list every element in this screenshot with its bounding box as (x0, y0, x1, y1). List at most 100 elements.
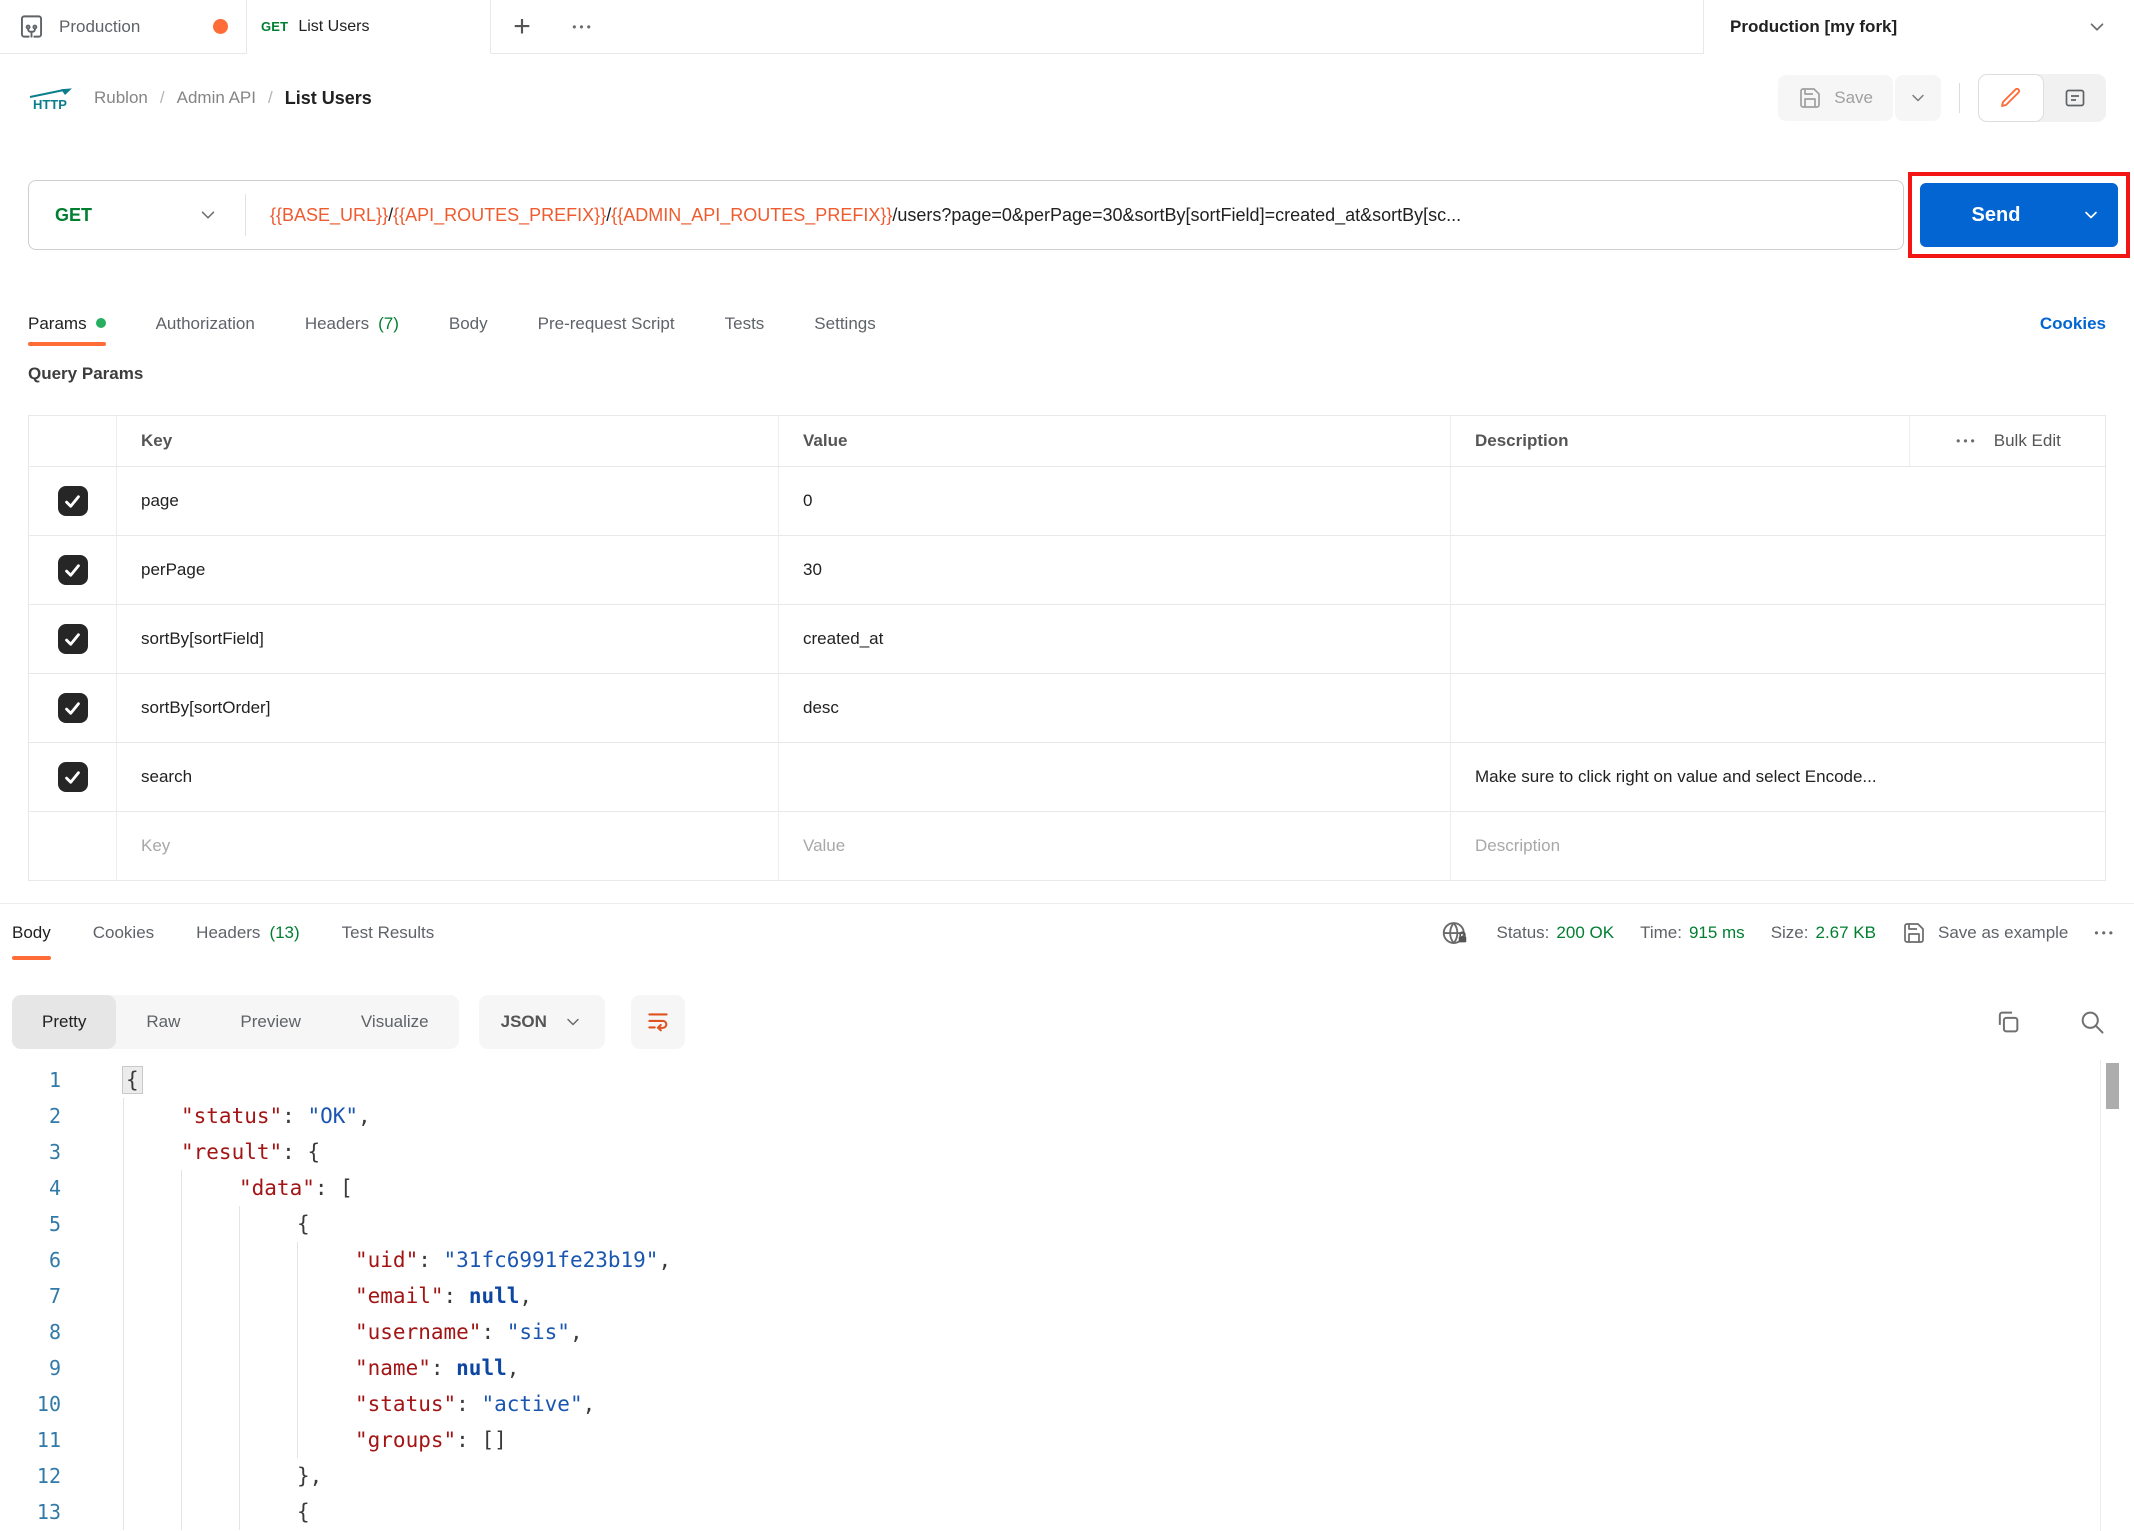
param-description-placeholder[interactable]: Description (1450, 812, 2105, 880)
param-description[interactable] (1450, 536, 2105, 604)
chevron-down-icon (567, 1018, 579, 1026)
cookies-link[interactable]: Cookies (2040, 302, 2106, 346)
view-tab-pretty[interactable]: Pretty (12, 995, 117, 1049)
code-line: 13 { (0, 1494, 2108, 1530)
pane-divider (0, 903, 2134, 904)
param-value[interactable]: desc (778, 674, 1450, 742)
tab-label: Body (448, 314, 488, 333)
token-key: "username" (355, 1320, 482, 1344)
code-line: 12}, (0, 1458, 2108, 1494)
tab-settings[interactable]: Settings (814, 302, 875, 346)
comments-button[interactable] (2044, 74, 2106, 122)
query-params-table: Key Value Description ••• Bulk Edit page… (28, 415, 2106, 881)
param-checkbox-cell (29, 812, 116, 880)
tab-label: Tests (724, 314, 765, 333)
param-key-placeholder[interactable]: Key (116, 812, 778, 880)
view-tab-visualize[interactable]: Visualize (331, 995, 459, 1049)
save-options-button[interactable] (1895, 75, 1941, 121)
edit-button[interactable] (1978, 74, 2044, 122)
new-tab-button[interactable]: + (491, 0, 553, 53)
param-description[interactable]: Make sure to click right on value and se… (1450, 743, 2105, 811)
wrap-text-button[interactable] (630, 995, 685, 1049)
checkbox-checked[interactable] (57, 624, 88, 654)
network-globe-icon[interactable] (1440, 918, 1470, 948)
bulk-edit-button[interactable]: Bulk Edit (1994, 431, 2061, 451)
breadcrumb-collection[interactable]: Rublon (94, 88, 148, 108)
tab-label: Headers (196, 923, 261, 942)
request-tab-list-users[interactable]: GET List Users (247, 0, 491, 54)
param-value[interactable] (778, 743, 1450, 811)
method-dropdown[interactable]: GET (29, 204, 245, 226)
response-view-row: Pretty Raw Preview Visualize JSON (12, 995, 2122, 1049)
param-value[interactable]: 0 (778, 467, 1450, 535)
param-key[interactable]: page (116, 467, 778, 535)
response-tab-cookies[interactable]: Cookies (93, 906, 154, 960)
tab-params[interactable]: Params (28, 302, 106, 346)
param-description[interactable] (1450, 467, 2105, 535)
token-str: "31fc6991fe23b19" (443, 1248, 659, 1272)
line-number: 7 (48, 1284, 61, 1308)
checkbox-checked[interactable] (57, 486, 88, 516)
tab-pre-request-script[interactable]: Pre-request Script (538, 302, 675, 346)
param-key[interactable]: search (116, 743, 778, 811)
workspace-name: Production (59, 16, 141, 36)
save-button[interactable]: Save (1778, 75, 1893, 121)
response-tools (1994, 1008, 2122, 1036)
param-key[interactable]: sortBy[sortOrder] (116, 674, 778, 742)
request-header-row: HTTP Rublon / Admin API / List Users Sav… (0, 72, 2134, 124)
more-options-icon[interactable]: ••• (1956, 434, 1978, 448)
environment-selector[interactable]: Production [my fork] (1703, 0, 2134, 54)
tab-label: Pre-request Script (537, 314, 675, 333)
response-tab-test-results[interactable]: Test Results (342, 906, 435, 960)
token-null: null (468, 1284, 520, 1308)
line-number: 5 (48, 1212, 61, 1236)
param-value[interactable]: 30 (778, 536, 1450, 604)
checkbox-checked[interactable] (57, 555, 88, 585)
response-options-button[interactable]: ••• (2094, 926, 2116, 940)
code-content: { (85, 1062, 2108, 1098)
token-punc: { (297, 1500, 310, 1524)
query-params-title: Query Params (28, 364, 144, 383)
copy-icon[interactable] (1994, 1008, 2022, 1036)
tab-tests[interactable]: Tests (725, 302, 765, 346)
tab-body[interactable]: Body (449, 302, 488, 346)
response-tabs: Body Cookies Headers (13) Test Results (12, 906, 434, 960)
breadcrumb-folder[interactable]: Admin API (177, 88, 256, 108)
response-tab-body[interactable]: Body (12, 906, 51, 960)
param-key[interactable]: sortBy[sortField] (116, 605, 778, 673)
code-content: "name": null, (85, 1350, 2108, 1386)
scrollbar-thumb[interactable] (2106, 1063, 2119, 1109)
format-dropdown[interactable]: JSON (478, 995, 605, 1049)
tab-headers[interactable]: Headers (7) (305, 302, 399, 346)
param-key[interactable]: perPage (116, 536, 778, 604)
save-as-example-button[interactable]: Save as example (1902, 921, 2068, 945)
url-input[interactable]: {{BASE_URL}}/{{API_ROUTES_PREFIX}}/{{ADM… (246, 205, 1903, 226)
param-value-placeholder[interactable]: Value (778, 812, 1450, 880)
meta-size: Size: 2.67 KB (1771, 923, 1876, 943)
line-number: 10 (36, 1392, 61, 1416)
app-root: Production GET List Users + ••• Producti… (0, 0, 2134, 1531)
tab-authorization[interactable]: Authorization (156, 302, 255, 346)
param-description[interactable] (1450, 674, 2105, 742)
chevron-down-icon (201, 211, 215, 219)
view-tab-preview[interactable]: Preview (210, 995, 330, 1049)
save-icon (1800, 88, 1821, 108)
search-icon[interactable] (2078, 1008, 2106, 1036)
code-content: }, (85, 1458, 2108, 1494)
token-str: "OK" (307, 1104, 359, 1128)
response-tab-headers[interactable]: Headers (13) (196, 906, 300, 960)
checkbox-checked[interactable] (57, 693, 88, 723)
send-button[interactable]: Send (1920, 183, 2118, 247)
workspace-switcher[interactable]: Production (0, 0, 247, 53)
tab-label: Test Results (341, 923, 435, 942)
tab-options-button[interactable]: ••• (553, 0, 613, 53)
line-number: 1 (48, 1068, 61, 1092)
tab-label: Body (12, 923, 51, 942)
param-description[interactable] (1450, 605, 2105, 673)
checkbox-checked[interactable] (57, 762, 88, 792)
send-options-button[interactable] (2064, 183, 2118, 247)
param-value[interactable]: created_at (778, 605, 1450, 673)
code-line: 10 "status": "active", (0, 1386, 2108, 1422)
tab-label: Authorization (155, 314, 255, 333)
view-tab-raw[interactable]: Raw (116, 995, 210, 1049)
